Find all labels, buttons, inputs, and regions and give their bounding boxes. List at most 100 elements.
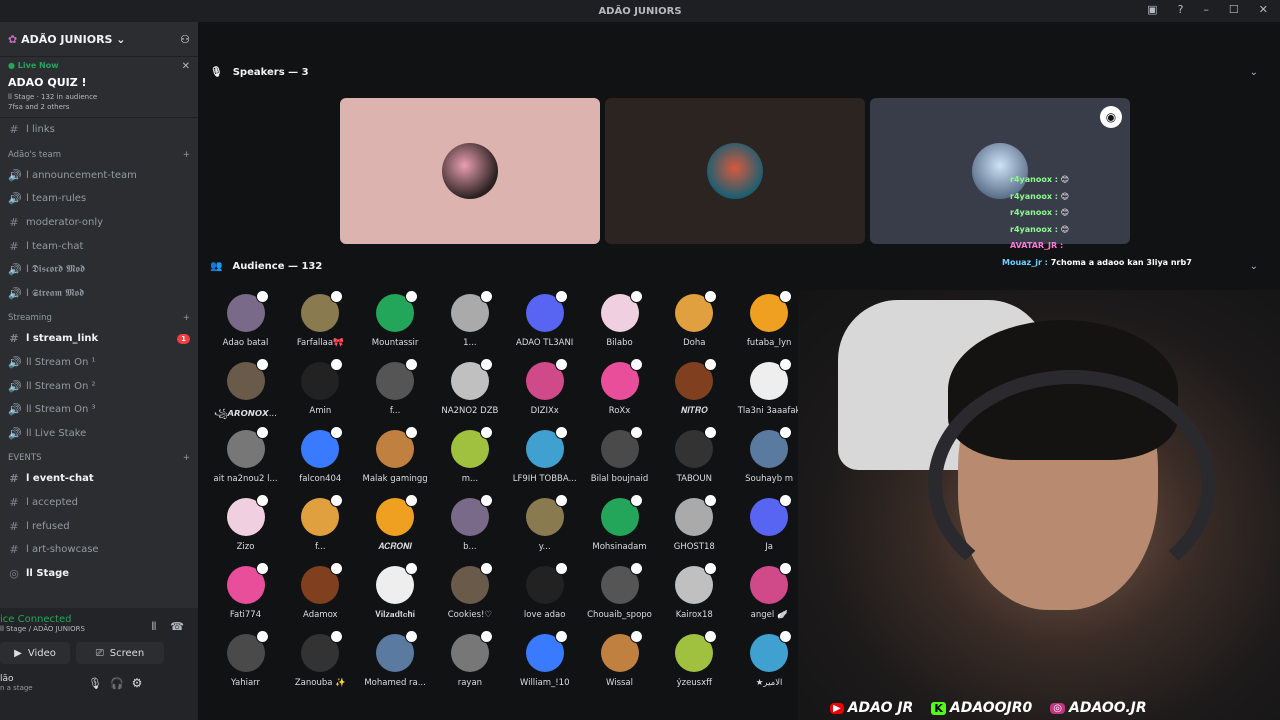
speaker-tile[interactable] [605, 98, 865, 244]
audience-member[interactable]: y... [507, 494, 582, 552]
audience-member[interactable]: ★الامير [732, 630, 807, 688]
channel-item[interactable]: # l team-chat [0, 234, 198, 258]
audience-member[interactable]: ait na2nou2 l... [208, 426, 283, 484]
collapse-speakers-icon[interactable]: ⌄ [1250, 67, 1258, 78]
audience-member[interactable]: RoXx [582, 358, 657, 416]
audience-member[interactable]: 1... [432, 290, 507, 348]
channel-item[interactable]: # l stream_link 1 [0, 327, 198, 351]
channel-item[interactable]: # l links [0, 118, 198, 142]
audience-member[interactable]: angel 🪽 [732, 562, 807, 620]
maximize-icon[interactable]: ☐ [1229, 3, 1239, 16]
audience-member[interactable]: Ja [732, 494, 807, 552]
minimize-icon[interactable]: – [1203, 3, 1209, 16]
screen-button[interactable]: ⎚ Screen [76, 642, 164, 664]
add-channel-icon[interactable]: + [183, 313, 190, 323]
category-header[interactable]: Streaming + [0, 305, 198, 327]
audience-member[interactable]: Malak gamingg [358, 426, 433, 484]
audience-member[interactable]: Farfallaa🎀 [283, 290, 358, 348]
channel-item[interactable]: # l event-chat [0, 467, 198, 491]
microphone-icon[interactable]: 🎙 [88, 677, 102, 690]
close-icon[interactable]: ✕ [1259, 3, 1268, 16]
channel-item[interactable]: 🔊 l team-rules [0, 187, 198, 211]
channel-item[interactable]: # l accepted [0, 491, 198, 515]
audience-member[interactable]: Bilabo [582, 290, 657, 348]
collapse-audience-icon[interactable]: ⌄ [1250, 261, 1258, 272]
audience-member[interactable]: Tla3ni 3aaafak [732, 358, 807, 416]
audience-member[interactable]: 𝑵𝑰𝑻𝑹𝑶 [657, 358, 732, 416]
camera-icon: ▶ [14, 647, 22, 659]
audience-member[interactable]: 𝑨𝑪𝑹𝑶𝑵𝑰 [358, 494, 433, 552]
category-header[interactable]: EVENTS + [0, 445, 198, 467]
channel-item[interactable]: # moderator-only [0, 211, 198, 235]
channel-item[interactable]: 🔊 l announcement-team [0, 164, 198, 188]
audience-member[interactable]: Cookies!♡ [432, 562, 507, 620]
audience-member[interactable]: Zanouba ✨ [283, 630, 358, 688]
audience-member[interactable]: ꧁𝘼𝙍𝙊𝙉𝙊𝙓... [208, 358, 283, 424]
audience-member[interactable]: f... [358, 358, 433, 416]
audience-member[interactable]: b... [432, 494, 507, 552]
audience-member[interactable]: GHOST18 [657, 494, 732, 552]
video-button[interactable]: ▶ Video [0, 642, 70, 664]
audience-header[interactable]: 👥 Audience — 132 [210, 261, 322, 272]
audience-member[interactable]: Adamox [283, 562, 358, 620]
audience-member[interactable]: Doha [657, 290, 732, 348]
audience-member[interactable]: Fati774 [208, 562, 283, 620]
status-icon [704, 494, 718, 507]
audience-member[interactable]: LF9IH TOBBA... [507, 426, 582, 484]
member-name: ꧁𝘼𝙍𝙊𝙉𝙊𝙓... [214, 409, 277, 419]
member-name: TABOUN [676, 474, 712, 484]
audience-member[interactable]: Mohamed ra... [358, 630, 433, 688]
avatar [301, 290, 344, 332]
audience-member[interactable]: Mohsinadam [582, 494, 657, 552]
audience-member[interactable]: NA2NO2 DZB [432, 358, 507, 416]
server-header[interactable]: ✿ ADÃO JUNIORS ⌄ ⚇ [0, 22, 198, 57]
audience-member[interactable]: William_!10 [507, 630, 582, 688]
channel-item[interactable]: 🔊 ll Stream On ¹ [0, 351, 198, 375]
audience-member[interactable]: m... [432, 426, 507, 484]
channel-item[interactable]: 🔊 ll Live Stake [0, 422, 198, 446]
channel-item[interactable]: 🔊 ll Stream On ³ [0, 398, 198, 422]
audience-member[interactable]: ADAO TL3ANI [507, 290, 582, 348]
headphones-icon[interactable]: 🎧 [110, 677, 124, 690]
disconnect-icon[interactable]: ☎ [170, 620, 184, 634]
add-channel-icon[interactable]: + [183, 150, 190, 160]
speakers-header[interactable]: 🎙 Speakers — 3 [210, 67, 309, 78]
audience-member[interactable]: Adao batal [208, 290, 283, 348]
speaker-tile[interactable] [340, 98, 600, 244]
add-channel-icon[interactable]: + [183, 453, 190, 463]
audience-member[interactable]: ỷzeusxff [657, 630, 732, 688]
audience-member[interactable]: Wissal [582, 630, 657, 688]
audience-member[interactable]: DIZIXx [507, 358, 582, 416]
channel-item[interactable]: # l refused [0, 514, 198, 538]
audience-member[interactable]: Mountassir [358, 290, 433, 348]
category-header[interactable]: Adão's team + [0, 142, 198, 164]
channel-item[interactable]: # l art-showcase [0, 538, 198, 562]
audience-member[interactable]: Yahiarr [208, 630, 283, 688]
audience-member[interactable]: Kairox18 [657, 562, 732, 620]
audience-member[interactable]: love adao [507, 562, 582, 620]
channel-item[interactable]: 🔊 l 𝕯𝖎𝖘𝖈𝖔𝖗𝖉 𝕸𝖔𝖉 [0, 258, 198, 282]
audience-member[interactable]: TABOUN [657, 426, 732, 484]
audience-member[interactable]: Zizo [208, 494, 283, 552]
audience-member[interactable]: Amin [283, 358, 358, 416]
audience-member[interactable]: Chouaib_spopo [582, 562, 657, 620]
audience-section-icon: 👥 [210, 261, 223, 272]
channel-item[interactable]: 🔊 ll Stream On ² [0, 374, 198, 398]
audience-member[interactable]: rayan [432, 630, 507, 688]
noise-icon[interactable]: ⦀ [151, 620, 156, 634]
settings-icon[interactable]: ⚙ [132, 676, 143, 690]
audience-member[interactable]: Souhayb m [732, 426, 807, 484]
audience-member[interactable]: futaba_lyn [732, 290, 807, 348]
audience-member[interactable]: Bilal boujnaid [582, 426, 657, 484]
channel-item[interactable]: 🔊 l 𝕾𝖙𝖗𝖊𝖆𝖒 𝕸𝖔𝖉 [0, 282, 198, 306]
help-icon[interactable]: ? [1178, 3, 1184, 16]
inbox-icon[interactable]: ▣ [1147, 3, 1157, 16]
audience-member[interactable]: f... [283, 494, 358, 552]
audience-member[interactable]: falcon404 [283, 426, 358, 484]
category-name: Streaming [8, 313, 52, 324]
live-stage-card[interactable]: ● Live Now ✕ ADAO QUIZ ! ll Stage · 132 i… [0, 57, 198, 118]
add-member-icon[interactable]: ⚇ [180, 33, 190, 46]
channel-item[interactable]: ◎ ll Stage [0, 562, 198, 586]
close-live-icon[interactable]: ✕ [182, 61, 190, 72]
audience-member[interactable]: 𝐕𝐢𝐥𝐳𝐚𝐝𝐭𝐜𝐡𝐢 [358, 562, 433, 620]
